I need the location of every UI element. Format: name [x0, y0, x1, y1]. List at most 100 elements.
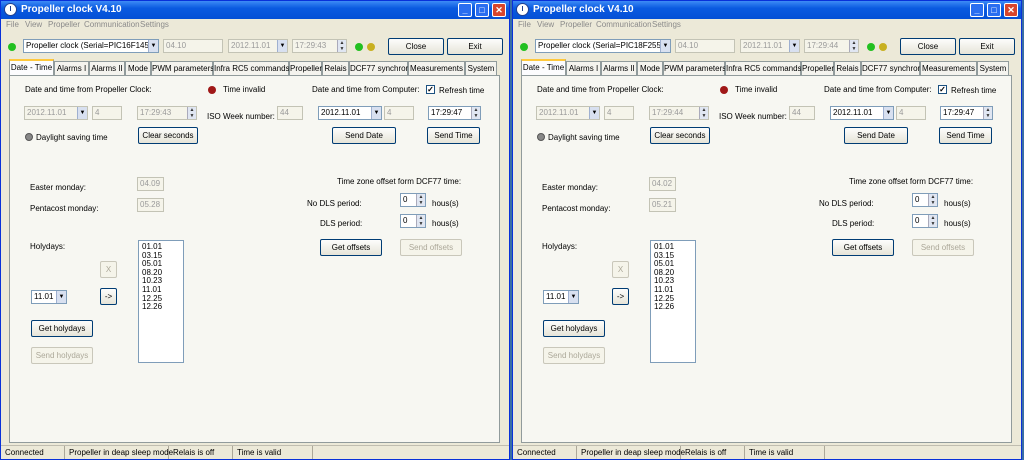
menu-settings[interactable]: Settings [140, 20, 169, 29]
minimize-button[interactable]: _ [970, 3, 984, 17]
tab-infra-rc5[interactable]: Infra RC5 commands [725, 61, 802, 75]
close-window-button[interactable]: ✕ [492, 3, 506, 17]
dls-label: DLS period: [832, 219, 875, 228]
tab-date-time[interactable]: Date - Time [521, 59, 566, 75]
menu-view[interactable]: View [537, 20, 554, 29]
exit-button[interactable]: Exit [447, 38, 503, 55]
clock-icon [516, 3, 529, 16]
spin-down-icon[interactable]: ▼ [928, 221, 937, 227]
menu-file[interactable]: File [518, 20, 531, 29]
chevron-down-icon[interactable]: ▼ [568, 291, 578, 303]
spin-down-icon[interactable]: ▼ [471, 113, 480, 119]
maximize-button[interactable]: □ [475, 3, 489, 17]
chevron-down-icon[interactable]: ▼ [56, 291, 66, 303]
send-time-button[interactable]: Send Time [427, 127, 480, 144]
comp-time-field[interactable]: 17:29:47 ▲ ▼ [940, 106, 993, 120]
menu-propeller[interactable]: Propeller [48, 20, 80, 29]
device-select[interactable]: Propeller clock (Serial=PIC16F1459) ▼ [23, 39, 159, 53]
clear-seconds-button[interactable]: Clear seconds [650, 127, 710, 144]
title-bar[interactable]: Propeller clock V4.10 _ □ ✕ [513, 1, 1021, 19]
tab-system[interactable]: System [465, 61, 497, 75]
prop-day-field: 4 [604, 106, 634, 120]
tab-relais[interactable]: Relais [322, 61, 349, 75]
no-dls-stepper[interactable]: 0 ▲ ▼ [400, 193, 426, 207]
tab-dcf77-synchron[interactable]: DCF77 synchron [349, 61, 410, 75]
spin-down-icon[interactable]: ▼ [416, 200, 425, 206]
holydays-label: Holydays: [542, 242, 578, 251]
get-offsets-button[interactable]: Get offsets [320, 239, 382, 256]
tab-date-time[interactable]: Date - Time [9, 59, 54, 75]
close-button[interactable]: Close [900, 38, 956, 55]
comp-date-field[interactable]: 2012.11.01 ▼ [830, 106, 894, 120]
tab-panel-date-time: Date and time from Propeller Clock: 2012… [9, 75, 500, 443]
tab-dcf77-synchron[interactable]: DCF77 synchron [861, 61, 922, 75]
minimize-icon: _ [974, 5, 980, 15]
spin-down-icon: ▼ [849, 46, 858, 52]
no-dls-stepper[interactable]: 0 ▲ ▼ [912, 193, 938, 207]
close-button[interactable]: Close [388, 38, 444, 55]
maximize-button[interactable]: □ [987, 3, 1001, 17]
tab-alarms-1[interactable]: Alarms I [566, 61, 601, 75]
tab-pwm-parameters[interactable]: PWM parameters [151, 61, 214, 75]
device-select[interactable]: Propeller clock (Serial=PIC18F2550) ▼ [535, 39, 671, 53]
dls-stepper[interactable]: 0 ▲ ▼ [912, 214, 938, 228]
title-bar[interactable]: Propeller clock V4.10 _ □ ✕ [1, 1, 509, 19]
tab-measurements[interactable]: Measurements [408, 61, 465, 75]
chevron-down-icon[interactable]: ▼ [371, 107, 381, 119]
tab-system[interactable]: System [977, 61, 1009, 75]
menu-settings[interactable]: Settings [652, 20, 681, 29]
send-time-button[interactable]: Send Time [939, 127, 992, 144]
comp-time-field[interactable]: 17:29:47 ▲ ▼ [428, 106, 481, 120]
refresh-time-checkbox[interactable]: ✓ [426, 85, 435, 94]
tab-alarms-1[interactable]: Alarms I [54, 61, 89, 75]
menu-communication[interactable]: Communication [84, 20, 140, 29]
menu-file[interactable]: File [6, 20, 19, 29]
refresh-time-checkbox[interactable]: ✓ [938, 85, 947, 94]
chevron-down-icon[interactable]: ▼ [883, 107, 893, 119]
close-window-button[interactable]: ✕ [1004, 3, 1018, 17]
menu-view[interactable]: View [25, 20, 42, 29]
dls-stepper[interactable]: 0 ▲ ▼ [400, 214, 426, 228]
holyday-select[interactable]: 11.01 ▼ [31, 290, 67, 304]
tab-propeller[interactable]: Propeller [289, 61, 322, 75]
send-date-button[interactable]: Send Date [844, 127, 908, 144]
tab-mode[interactable]: Mode [125, 61, 151, 75]
minimize-button[interactable]: _ [458, 3, 472, 17]
status-led-yellow [879, 43, 887, 51]
exit-button[interactable]: Exit [959, 38, 1015, 55]
tab-alarms-2[interactable]: Alarms II [601, 61, 637, 75]
tab-infra-rc5[interactable]: Infra RC5 commands [213, 61, 290, 75]
spin-down-icon[interactable]: ▼ [928, 200, 937, 206]
spin-down-icon[interactable]: ▼ [983, 113, 992, 119]
get-offsets-button[interactable]: Get offsets [832, 239, 894, 256]
tab-pwm-parameters[interactable]: PWM parameters [663, 61, 726, 75]
tab-relais[interactable]: Relais [834, 61, 861, 75]
comp-date-field[interactable]: 2012.11.01 ▼ [318, 106, 382, 120]
add-holyday-button[interactable]: -> [100, 288, 117, 305]
version-field: 04.10 [675, 39, 735, 53]
time-invalid-led [208, 86, 216, 94]
clear-seconds-button[interactable]: Clear seconds [138, 127, 198, 144]
menu-communication[interactable]: Communication [596, 20, 652, 29]
chevron-down-icon[interactable]: ▼ [148, 40, 158, 52]
tab-mode[interactable]: Mode [637, 61, 663, 75]
status-led-green [355, 43, 363, 51]
menu-propeller[interactable]: Propeller [560, 20, 592, 29]
list-item[interactable]: 12.26 [142, 303, 180, 312]
chevron-down-icon[interactable]: ▼ [660, 40, 670, 52]
holydays-list[interactable]: 01.01 03.15 05.01 08.20 10.23 11.01 12.25 12.26 [138, 240, 184, 363]
date-display-value: 2012.11.01 [231, 41, 271, 50]
send-date-button[interactable]: Send Date [332, 127, 396, 144]
dls-value: 0 [403, 216, 408, 225]
add-holyday-button[interactable]: -> [612, 288, 629, 305]
tab-measurements[interactable]: Measurements [920, 61, 977, 75]
tab-alarms-2[interactable]: Alarms II [89, 61, 125, 75]
prop-time-value: 17:29:44 [652, 108, 684, 117]
spin-down-icon[interactable]: ▼ [416, 221, 425, 227]
holydays-list[interactable]: 01.01 03.15 05.01 08.20 10.23 11.01 12.25 12.26 [650, 240, 696, 363]
tab-propeller[interactable]: Propeller [801, 61, 834, 75]
get-holydays-button[interactable]: Get holydays [31, 320, 93, 337]
get-holydays-button[interactable]: Get holydays [543, 320, 605, 337]
holyday-select[interactable]: 11.01 ▼ [543, 290, 579, 304]
list-item[interactable]: 12.26 [654, 303, 692, 312]
